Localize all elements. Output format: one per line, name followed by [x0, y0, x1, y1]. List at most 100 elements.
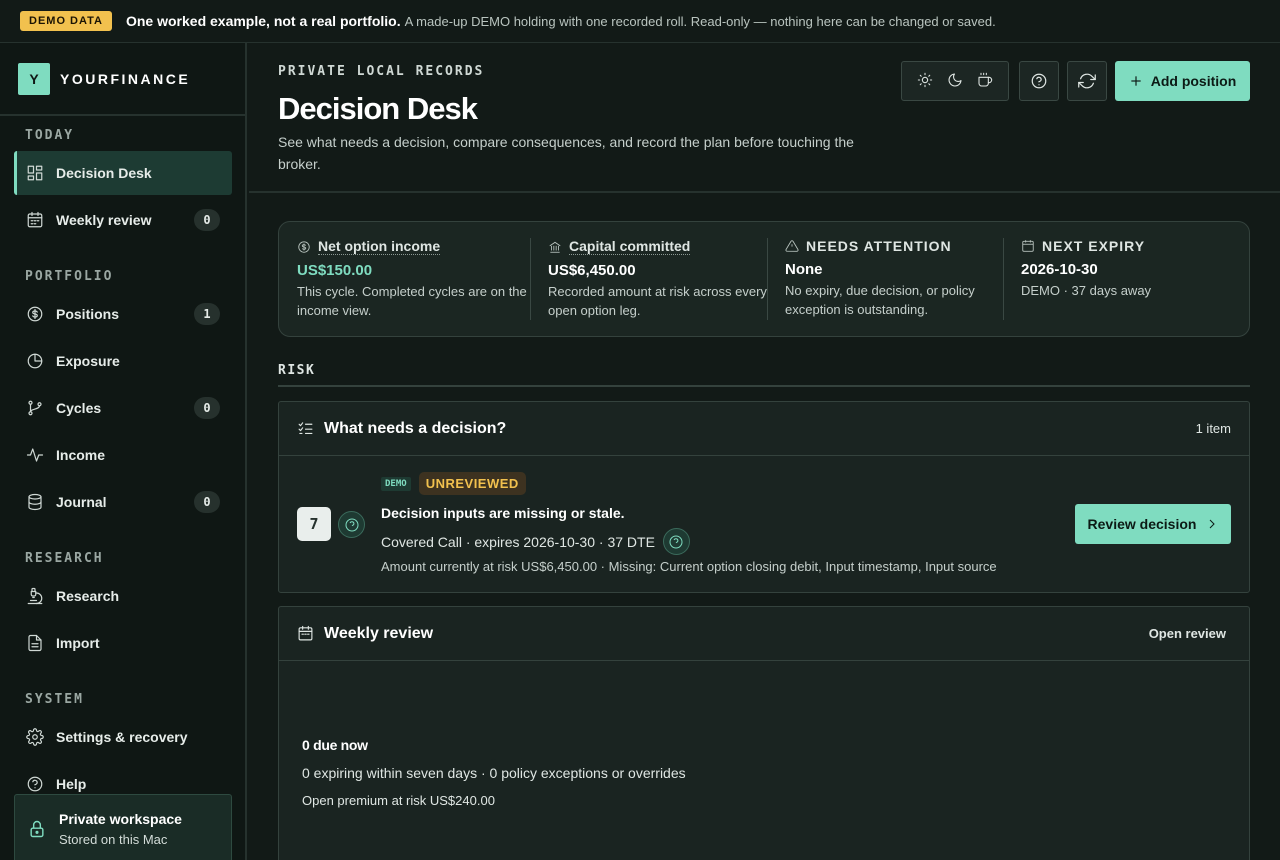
- decision-row: 7 DEMO UNREVIEWED Decision inputs are mi…: [279, 456, 1249, 592]
- sidebar-item-decision-desk[interactable]: Decision Desk: [14, 151, 232, 195]
- help-circle-icon: [345, 518, 358, 531]
- decision-summary-text: Covered Call · expires 2026-10-30 · 37 D…: [381, 533, 655, 550]
- panel-title: What needs a decision?: [324, 419, 507, 437]
- stat-capital-committed: Capital committed US$6,450.00 Recorded a…: [530, 222, 767, 336]
- help-circle-icon: [26, 775, 44, 793]
- lock-icon: [30, 820, 44, 838]
- brand-logo: Y: [18, 62, 50, 95]
- refresh-icon: [1078, 73, 1096, 89]
- demo-badge: DEMO DATA: [20, 11, 112, 31]
- calendar-icon: [1022, 240, 1034, 252]
- count-badge: 0: [194, 209, 220, 231]
- private-workspace-card: Private workspace Stored on this Mac: [14, 794, 232, 860]
- calendar-icon: [298, 625, 313, 641]
- sidebar-item-income[interactable]: Income: [14, 433, 232, 477]
- workspace-subtitle: Stored on this Mac: [59, 832, 168, 847]
- add-position-label: Add position: [1150, 73, 1237, 89]
- calendar-icon: [26, 211, 44, 229]
- brand-name: YOURFINANCE: [60, 70, 191, 87]
- sidebar-item-label: Settings & recovery: [56, 729, 188, 745]
- summary-stats: Net option income US$150.00 This cycle. …: [278, 221, 1250, 337]
- sidebar-item-journal[interactable]: Journal 0: [14, 480, 232, 524]
- days-to-decision-badge: 7: [297, 507, 331, 541]
- stat-net-option-income: Net option income US$150.00 This cycle. …: [279, 222, 530, 336]
- stat-value: None: [785, 261, 823, 278]
- warm-theme-button[interactable]: [977, 72, 993, 91]
- divider: [278, 385, 1250, 387]
- stat-description: Recorded amount at risk across every ope…: [548, 284, 767, 318]
- count-badge: 0: [194, 397, 220, 419]
- checklist-icon: [298, 422, 313, 435]
- microscope-icon: [26, 587, 44, 605]
- dollar-circle-icon: [298, 240, 310, 253]
- dashboard-icon: [26, 164, 44, 182]
- sidebar-item-positions[interactable]: Positions 1: [14, 292, 232, 336]
- item-count: 1 item: [1195, 421, 1231, 436]
- light-theme-button[interactable]: [917, 72, 933, 91]
- sun-icon: [917, 72, 933, 87]
- decision-tags: DEMO UNREVIEWED: [381, 472, 526, 495]
- page-header: PRIVATE LOCAL RECORDS Decision Desk See …: [249, 43, 1280, 193]
- section-label-risk: RISK: [278, 363, 316, 378]
- brand[interactable]: Y YOURFINANCE: [0, 43, 245, 116]
- dollar-circle-icon: [26, 305, 44, 323]
- weekly-summary: 0 expiring within seven days · 0 policy …: [302, 765, 686, 781]
- sidebar-item-cycles[interactable]: Cycles 0: [14, 386, 232, 430]
- panel-title: Weekly review: [324, 624, 434, 642]
- review-decision-button[interactable]: Review decision: [1075, 504, 1231, 544]
- stat-label[interactable]: Net option income: [318, 238, 441, 255]
- theme-switcher: [901, 61, 1009, 101]
- sidebar-item-exposure[interactable]: Exposure: [14, 339, 232, 383]
- sidebar-item-label: Import: [56, 635, 100, 651]
- review-decision-label: Review decision: [1087, 516, 1197, 532]
- add-position-button[interactable]: Add position: [1115, 61, 1250, 101]
- nav-section-portfolio: PORTFOLIO: [25, 269, 114, 284]
- decision-detail: Amount currently at risk US$6,450.00 · M…: [381, 559, 997, 574]
- page-eyebrow: PRIVATE LOCAL RECORDS: [278, 64, 485, 79]
- chevron-right-icon: [1210, 519, 1216, 529]
- stat-label[interactable]: Capital committed: [569, 238, 691, 255]
- decision-title: Decision inputs are missing or stale.: [381, 505, 625, 521]
- stat-needs-attention: Needs attention None No expiry, due deci…: [767, 222, 1003, 336]
- nav-section-system: SYSTEM: [25, 692, 84, 707]
- sidebar-item-import[interactable]: Import: [14, 621, 232, 665]
- database-icon: [26, 493, 44, 511]
- count-badge: 1: [194, 303, 220, 325]
- file-icon: [26, 634, 44, 652]
- due-now-count: 0 due now: [302, 737, 368, 753]
- sidebar-item-settings[interactable]: Settings & recovery: [14, 715, 232, 759]
- dark-theme-button[interactable]: [947, 72, 963, 91]
- sidebar-item-label: Income: [56, 447, 106, 463]
- gear-icon: [26, 728, 44, 746]
- sidebar-item-label: Help: [56, 776, 87, 792]
- stat-description: This cycle. Completed cycles are on the …: [297, 284, 527, 318]
- main-content: PRIVATE LOCAL RECORDS Decision Desk See …: [249, 43, 1280, 860]
- help-circle-icon: [1031, 73, 1047, 89]
- help-button[interactable]: [1019, 61, 1059, 101]
- panel-header: Weekly review Open review: [279, 607, 1249, 661]
- help-tooltip-button[interactable]: [662, 528, 690, 555]
- page-title: Decision Desk: [278, 91, 478, 126]
- sidebar-item-label: Decision Desk: [56, 165, 152, 181]
- sidebar-item-label: Exposure: [56, 353, 120, 369]
- decision-panel: What needs a decision? 1 item 7 DEMO UNR…: [278, 401, 1250, 593]
- banner-headline: One worked example, not a real portfolio…: [125, 13, 401, 29]
- banner-text: A made-up DEMO holding with one recorded…: [404, 13, 996, 29]
- refresh-button[interactable]: [1067, 61, 1107, 101]
- help-tooltip-button[interactable]: [338, 511, 365, 538]
- alert-triangle-icon: [785, 240, 799, 252]
- bank-icon: [549, 241, 561, 253]
- decision-summary: Covered Call · expires 2026-10-30 · 37 D…: [381, 528, 690, 555]
- sidebar-item-label: Positions: [56, 306, 120, 322]
- help-circle-icon: [669, 535, 683, 548]
- stat-value: US$150.00: [297, 262, 373, 279]
- open-premium: Open premium at risk US$240.00: [302, 793, 495, 808]
- nav-section-research: RESEARCH: [25, 551, 104, 566]
- panel-header: What needs a decision? 1 item: [279, 402, 1249, 456]
- sidebar-item-weekly-review[interactable]: Weekly review 0: [14, 198, 232, 242]
- sidebar-item-research[interactable]: Research: [14, 574, 232, 618]
- pie-chart-icon: [26, 352, 44, 370]
- stat-value: 2026-10-30: [1021, 261, 1098, 278]
- demo-tag: DEMO: [381, 476, 411, 491]
- open-review-link[interactable]: Open review: [1149, 626, 1231, 641]
